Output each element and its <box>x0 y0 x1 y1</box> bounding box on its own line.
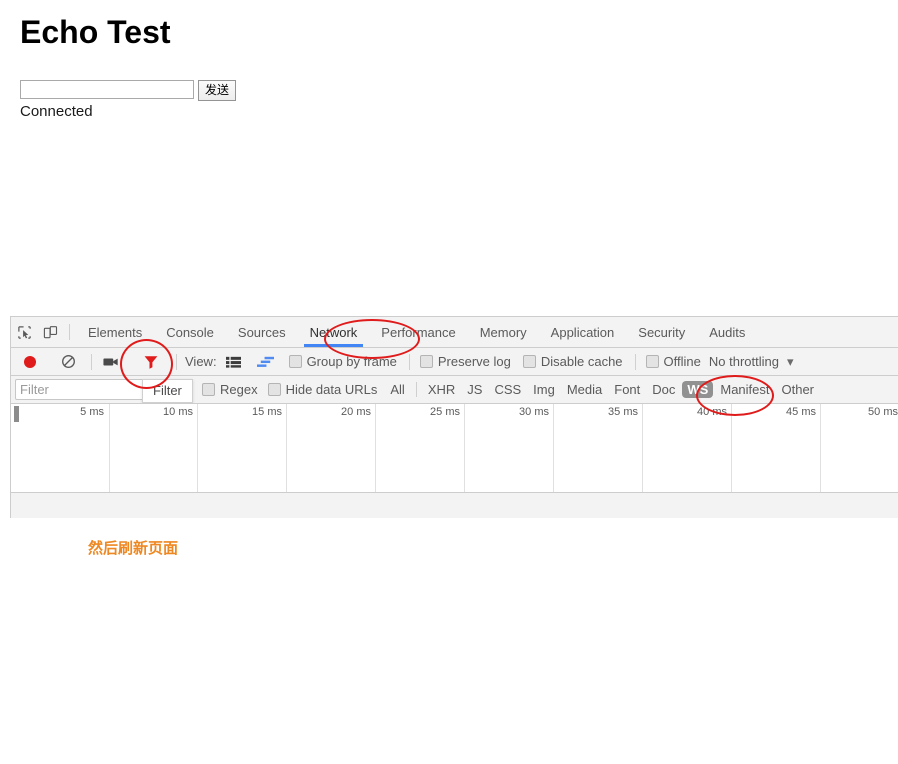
toolbar-divider-1 <box>91 353 92 370</box>
filter-type-css[interactable]: CSS <box>489 381 526 398</box>
waterfall-view-icon[interactable] <box>253 349 279 375</box>
filter-type-all[interactable]: All <box>385 381 409 398</box>
timeline-divider <box>286 404 287 492</box>
page-title: Echo Test <box>20 14 171 50</box>
network-empty-state: Recording network activity… Perform a re… <box>0 690 898 764</box>
view-label: View: <box>185 354 217 369</box>
preserve-log-box <box>419 355 433 368</box>
tab-performance[interactable]: Performance <box>369 318 467 347</box>
clear-button[interactable] <box>55 349 81 375</box>
list-view-icon[interactable] <box>221 349 247 375</box>
filter-icon[interactable] <box>138 349 164 375</box>
send-button[interactable]: 发送 <box>198 80 237 101</box>
timeline-divider <box>375 404 376 492</box>
regex-box <box>202 383 215 396</box>
devtools-panel: Elements Console Sources Network Perform… <box>10 316 898 518</box>
timeline-handle[interactable] <box>14 406 19 422</box>
filter-type-media[interactable]: Media <box>562 381 607 398</box>
hide-data-urls-box <box>267 383 281 396</box>
devtools-tabbar: Elements Console Sources Network Perform… <box>11 317 898 348</box>
device-toolbar-icon[interactable] <box>37 319 63 345</box>
tab-elements[interactable]: Elements <box>76 318 154 347</box>
filter-type-xhr[interactable]: XHR <box>423 381 460 398</box>
annotation-note: 然后刷新页面 <box>88 539 179 557</box>
echo-form: 发送 <box>20 80 237 101</box>
preserve-log-label: Preserve log <box>437 354 511 369</box>
inspect-element-icon[interactable] <box>11 319 37 345</box>
message-input[interactable] <box>20 80 194 99</box>
filter-type-ws[interactable]: WS <box>682 381 714 398</box>
network-filterbar: Regex Hide data URLs All XHR JS CSS Img … <box>11 376 898 404</box>
tab-security[interactable]: Security <box>626 318 697 347</box>
filter-type-js[interactable]: JS <box>462 381 487 398</box>
timeline-tick: 5 ms <box>80 406 104 418</box>
chevron-down-icon[interactable]: ▾ <box>787 354 794 370</box>
network-timeline[interactable]: 5 ms 10 ms 15 ms 20 ms 25 ms 30 ms 35 ms… <box>11 404 898 493</box>
filter-type-img[interactable]: Img <box>528 381 560 398</box>
timeline-divider <box>553 404 554 492</box>
throttling-select[interactable]: No throttling <box>709 354 779 369</box>
disable-cache-checkbox[interactable]: Disable cache <box>522 354 623 369</box>
filter-tooltip: Filter <box>142 379 193 403</box>
hide-data-urls-label: Hide data URLs <box>285 382 378 397</box>
timeline-tick: 50 ms <box>868 406 898 418</box>
timeline-tick: 30 ms <box>519 406 549 418</box>
filter-type-other[interactable]: Other <box>777 381 820 398</box>
disable-cache-label: Disable cache <box>540 354 623 369</box>
tab-audits[interactable]: Audits <box>697 318 757 347</box>
record-button[interactable] <box>17 349 43 375</box>
timeline-divider <box>731 404 732 492</box>
tab-application[interactable]: Application <box>539 318 627 347</box>
toolbar-divider-3 <box>408 353 410 370</box>
regex-label: Regex <box>220 382 258 397</box>
capture-screenshots-icon[interactable] <box>98 349 124 375</box>
tabbar-divider <box>69 324 70 340</box>
group-by-frame-checkbox[interactable]: Group by frame <box>288 354 397 369</box>
tab-network[interactable]: Network <box>298 318 370 347</box>
timeline-divider <box>464 404 465 492</box>
filter-type-manifest[interactable]: Manifest <box>715 381 774 398</box>
offline-box <box>645 355 659 368</box>
disable-cache-box <box>522 355 536 368</box>
filter-type-font[interactable]: Font <box>609 381 645 398</box>
toolbar-divider-2 <box>176 353 177 370</box>
timeline-tick: 20 ms <box>341 406 371 418</box>
preserve-log-checkbox[interactable]: Preserve log <box>419 354 511 369</box>
filter-type-doc[interactable]: Doc <box>647 381 680 398</box>
timeline-tick: 40 ms <box>697 406 727 418</box>
regex-checkbox[interactable]: Regex <box>202 382 258 397</box>
tab-sources[interactable]: Sources <box>226 318 298 347</box>
timeline-tick: 25 ms <box>430 406 460 418</box>
timeline-divider <box>197 404 198 492</box>
timeline-tick: 10 ms <box>163 406 193 418</box>
offline-checkbox[interactable]: Offline <box>645 354 701 369</box>
timeline-tick: 45 ms <box>786 406 816 418</box>
timeline-divider <box>109 404 110 492</box>
offline-label: Offline <box>663 354 701 369</box>
tab-console[interactable]: Console <box>154 318 226 347</box>
timeline-divider <box>820 404 821 492</box>
hide-data-urls-checkbox[interactable]: Hide data URLs <box>267 382 378 397</box>
filterbar-divider <box>415 382 417 397</box>
timeline-tick: 35 ms <box>608 406 638 418</box>
group-by-frame-label: Group by frame <box>306 354 397 369</box>
toolbar-divider-4 <box>634 353 636 370</box>
group-by-frame-box <box>288 355 302 368</box>
network-toolbar: View: Group by frame Preserve log Disabl… <box>11 348 898 376</box>
timeline-tick: 15 ms <box>252 406 282 418</box>
tab-memory[interactable]: Memory <box>468 318 539 347</box>
timeline-divider <box>642 404 643 492</box>
connection-status: Connected <box>20 103 93 120</box>
